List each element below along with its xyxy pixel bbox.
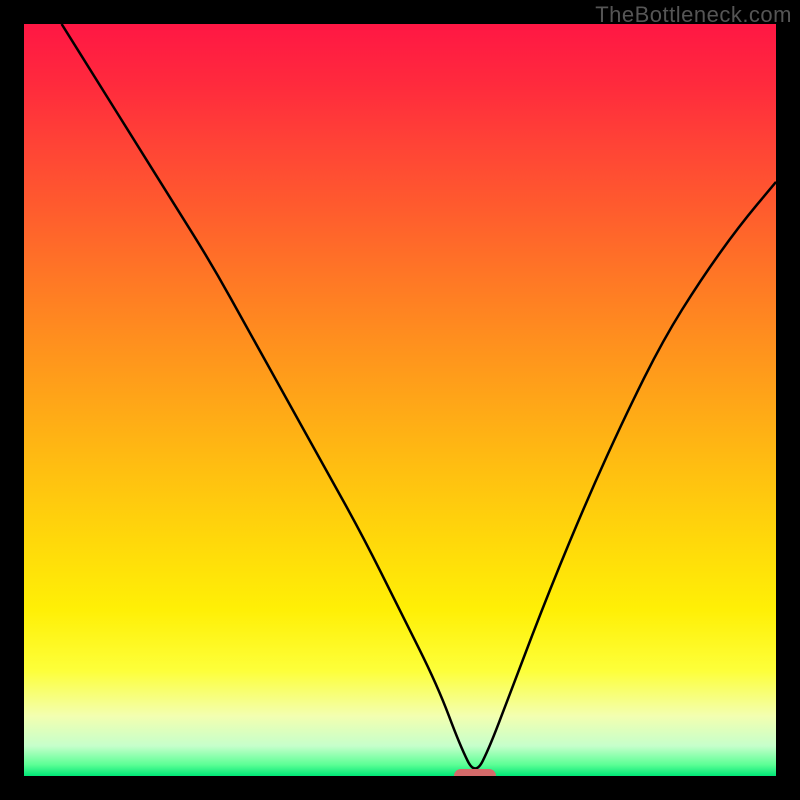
- chart-frame: TheBottleneck.com: [0, 0, 800, 800]
- watermark-text: TheBottleneck.com: [595, 2, 792, 28]
- optimum-marker: [454, 769, 496, 776]
- plot-area: [24, 24, 776, 776]
- bottleneck-curve: [24, 24, 776, 776]
- curve-line: [62, 24, 776, 768]
